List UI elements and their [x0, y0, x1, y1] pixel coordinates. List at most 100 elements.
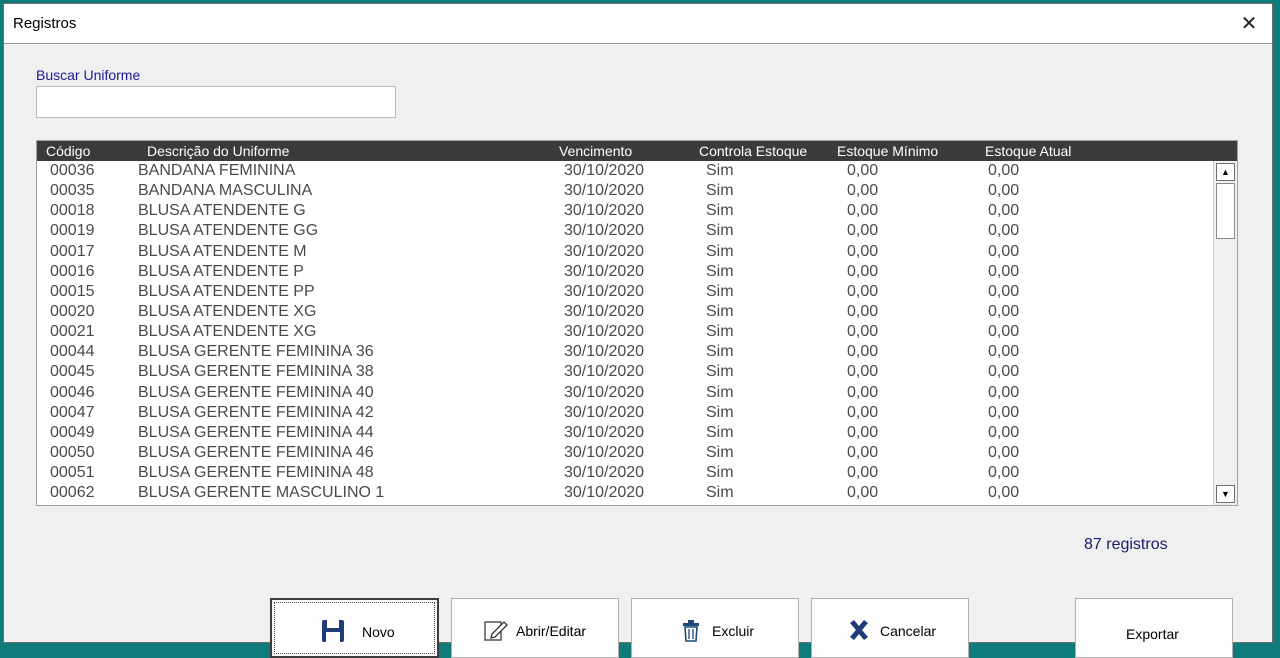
cell-controla-estoque: Sim	[706, 464, 734, 482]
cell-estoque-atual: 0,00	[988, 343, 1020, 361]
column-header-vencimento[interactable]: Vencimento	[559, 143, 632, 159]
close-button[interactable]: ✕	[1226, 4, 1272, 43]
cell-controla-estoque: Sim	[706, 202, 734, 220]
cell-controla-estoque: Sim	[706, 282, 734, 300]
cell-vencimento: 30/10/2020	[564, 282, 645, 300]
cell-vencimento: 30/10/2020	[564, 182, 645, 200]
save-icon	[322, 620, 344, 642]
cell-estoque-atual: 0,00	[988, 484, 1020, 502]
exportar-button-label: Exportar	[1126, 626, 1179, 642]
cell-codigo: 00062	[50, 484, 95, 502]
table-row[interactable]: 00015 BLUSA ATENDENTE PP 30/10/2020 Sim 0,00…	[37, 282, 1213, 302]
table-row[interactable]: 00017 BLUSA ATENDENTE M 30/10/2020 Sim 0,00 0…	[37, 242, 1213, 262]
table-row[interactable]: 00051 BLUSA GERENTE FEMININA 48 30/10/2020…	[37, 463, 1213, 483]
cell-codigo: 00049	[50, 423, 95, 441]
cell-codigo: 00046	[50, 383, 95, 401]
cell-estoque-minimo: 0,00	[847, 222, 879, 240]
abrir-editar-button[interactable]: Abrir/Editar	[451, 598, 619, 658]
excluir-button-label: Excluir	[712, 623, 755, 639]
cell-estoque-minimo: 0,00	[847, 464, 879, 482]
table-row[interactable]: 00021 BLUSA ATENDENTE XG 30/10/2020 Sim 0,00…	[37, 322, 1213, 342]
cell-controla-estoque: Sim	[706, 343, 734, 361]
cell-codigo: 00018	[50, 202, 95, 220]
table-row[interactable]: 00018 BLUSA ATENDENTE G 30/10/2020 Sim 0,00 0…	[37, 201, 1213, 221]
cell-descricao: BLUSA GERENTE FEMININA 48	[138, 464, 374, 482]
table-row[interactable]: 00062 BLUSA GERENTE MASCULINO 1 30/10/2020…	[37, 483, 1213, 503]
cell-estoque-minimo: 0,00	[847, 343, 879, 361]
column-header-controla-estoque[interactable]: Controla Estoque	[699, 143, 807, 159]
cell-vencimento: 30/10/2020	[564, 403, 645, 421]
cancelar-button[interactable]: Cancelar	[811, 598, 969, 658]
cell-estoque-minimo: 0,00	[847, 182, 879, 200]
column-header-codigo[interactable]: Código	[46, 143, 90, 159]
abrir-editar-button-label: Abrir/Editar	[516, 623, 587, 639]
cell-estoque-atual: 0,00	[988, 182, 1020, 200]
excluir-button[interactable]: Excluir	[631, 598, 799, 658]
cell-controla-estoque: Sim	[706, 222, 734, 240]
registros-window: Registros ✕ Buscar Uniforme Código Descr…	[3, 3, 1273, 658]
grid-rows: 00036 BANDANA FEMININA 30/10/2020 Sim 0,00 0,…	[37, 161, 1213, 503]
exportar-button[interactable]: Exportar	[1075, 598, 1233, 658]
cell-controla-estoque: Sim	[706, 262, 734, 280]
cell-estoque-atual: 0,00	[988, 464, 1020, 482]
cell-codigo: 00017	[50, 242, 95, 260]
cell-controla-estoque: Sim	[706, 242, 734, 260]
record-count: 87 registros	[1084, 536, 1168, 553]
vertical-scrollbar[interactable]: ▲ ▼	[1213, 161, 1237, 505]
uniform-grid[interactable]: Código Descrição do Uniforme Vencimento …	[36, 140, 1238, 506]
table-row[interactable]: 00050 BLUSA GERENTE FEMININA 46 30/10/2020…	[37, 443, 1213, 463]
table-row[interactable]: 00045 BLUSA GERENTE FEMININA 38 30/10/2020…	[37, 362, 1213, 382]
x-icon	[850, 620, 868, 640]
scroll-thumb[interactable]	[1216, 183, 1235, 239]
cell-controla-estoque: Sim	[706, 182, 734, 200]
cell-estoque-minimo: 0,00	[847, 383, 879, 401]
novo-button[interactable]: Novo	[270, 598, 439, 658]
cell-vencimento: 30/10/2020	[564, 464, 645, 482]
scroll-down-button[interactable]: ▼	[1216, 485, 1235, 503]
window-title: Registros	[13, 15, 77, 32]
table-row[interactable]: 00020 BLUSA ATENDENTE XG 30/10/2020 Sim 0,00…	[37, 302, 1213, 322]
table-row[interactable]: 00046 BLUSA GERENTE FEMININA 40 30/10/2020…	[37, 383, 1213, 403]
cell-estoque-atual: 0,00	[988, 302, 1020, 320]
cell-codigo: 00015	[50, 282, 95, 300]
table-row[interactable]: 00049 BLUSA GERENTE FEMININA 44 30/10/2020…	[37, 423, 1213, 443]
table-row[interactable]: 00047 BLUSA GERENTE FEMININA 42 30/10/2020…	[37, 403, 1213, 423]
cell-estoque-minimo: 0,00	[847, 443, 879, 461]
cell-estoque-minimo: 0,00	[847, 262, 879, 280]
grid-header: Código Descrição do Uniforme Vencimento …	[37, 141, 1237, 161]
cell-descricao: BLUSA ATENDENTE P	[138, 262, 304, 280]
table-row[interactable]: 00016 BLUSA ATENDENTE P 30/10/2020 Sim 0,00 0…	[37, 262, 1213, 282]
table-row[interactable]: 00036 BANDANA FEMININA 30/10/2020 Sim 0,00 0,…	[37, 161, 1213, 181]
cell-estoque-minimo: 0,00	[847, 403, 879, 421]
cell-codigo: 00021	[50, 323, 95, 341]
column-header-estoque-minimo[interactable]: Estoque Mínimo	[837, 143, 938, 159]
cancelar-button-label: Cancelar	[880, 623, 937, 639]
scroll-up-button[interactable]: ▲	[1216, 163, 1235, 181]
cell-vencimento: 30/10/2020	[564, 162, 645, 179]
table-row[interactable]: 00019 BLUSA ATENDENTE GG 30/10/2020 Sim 0,00…	[37, 221, 1213, 241]
table-row[interactable]: 00044 BLUSA GERENTE FEMININA 36 30/10/2020…	[37, 342, 1213, 362]
cell-controla-estoque: Sim	[706, 302, 734, 320]
cell-descricao: BLUSA GERENTE FEMININA 44	[138, 423, 374, 441]
cell-estoque-atual: 0,00	[988, 202, 1020, 220]
cell-descricao: BLUSA GERENTE FEMININA 42	[138, 403, 374, 421]
cell-codigo: 00045	[50, 363, 95, 381]
cell-descricao: BLUSA GERENTE FEMININA 38	[138, 363, 374, 381]
cell-vencimento: 30/10/2020	[564, 443, 645, 461]
cell-estoque-atual: 0,00	[988, 282, 1020, 300]
cell-estoque-atual: 0,00	[988, 262, 1020, 280]
cell-estoque-minimo: 0,00	[847, 484, 879, 502]
cell-descricao: BANDANA FEMININA	[138, 162, 296, 179]
arrow-up-icon: ▲	[1221, 167, 1230, 177]
cell-estoque-atual: 0,00	[988, 222, 1020, 240]
table-row[interactable]: 00035 BANDANA MASCULINA 30/10/2020 Sim 0,00 0…	[37, 181, 1213, 201]
close-icon: ✕	[1240, 13, 1258, 35]
column-header-estoque-atual[interactable]: Estoque Atual	[985, 143, 1071, 159]
cell-estoque-minimo: 0,00	[847, 202, 879, 220]
search-input[interactable]	[36, 86, 396, 118]
cell-controla-estoque: Sim	[706, 403, 734, 421]
column-header-descricao[interactable]: Descrição do Uniforme	[147, 143, 289, 159]
novo-button-label: Novo	[362, 624, 395, 640]
trash-icon	[683, 620, 699, 642]
cell-estoque-atual: 0,00	[988, 242, 1020, 260]
